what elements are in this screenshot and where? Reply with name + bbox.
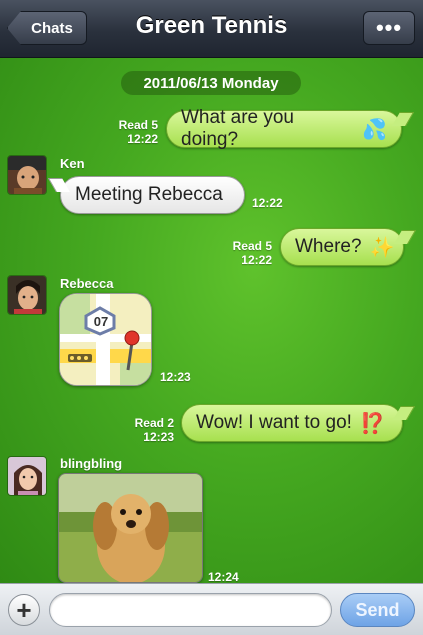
message-time: 12:22 [127, 132, 158, 146]
maps-app-icon[interactable]: 07 [59, 293, 152, 386]
back-button-label: Chats [31, 19, 73, 37]
message-text: Wow! I want to go! [196, 412, 352, 433]
navigation-bar: Chats Green Tennis ••• [0, 0, 423, 58]
message-input[interactable] [49, 593, 332, 627]
outgoing-message-bubble[interactable]: Where? ✨ [280, 228, 404, 266]
message-meta: Read 5 12:22 [222, 239, 272, 267]
message-input-bar: + Send [0, 583, 423, 635]
incoming-message-bubble[interactable]: Meeting Rebecca [60, 176, 245, 214]
message-text: Where? [295, 236, 362, 257]
chat-title: Green Tennis [135, 12, 288, 39]
add-attachment-button[interactable]: + [8, 594, 40, 626]
avatar-blingbling[interactable] [7, 456, 47, 496]
sender-name: Ken [60, 156, 85, 171]
sweat-drops-icon: 💦 [362, 118, 387, 141]
message-time: 12:22 [252, 196, 283, 210]
interrobang-icon: ⁉️ [359, 412, 385, 435]
read-receipt: Read 5 [232, 239, 272, 253]
send-button[interactable]: Send [340, 593, 415, 627]
avatar-rebecca[interactable] [7, 275, 47, 315]
map-shield-number: 07 [93, 314, 109, 329]
message-time: 12:23 [143, 430, 174, 444]
dog-photo[interactable] [58, 473, 203, 583]
message-text: Meeting Rebecca [75, 184, 223, 205]
send-button-label: Send [355, 599, 400, 620]
message-time: 12:24 [208, 570, 239, 583]
outgoing-message-bubble[interactable]: Wow! I want to go! ⁉️ [181, 404, 403, 442]
chat-area[interactable]: 2011/06/13 Monday Read 5 12:22 What are … [0, 58, 423, 583]
read-receipt: Read 5 [118, 118, 158, 132]
date-separator: 2011/06/13 Monday [121, 71, 301, 95]
message-meta: Read 2 12:23 [124, 416, 174, 444]
message-time: 12:23 [160, 370, 191, 384]
sparkle-icon: ✨ [369, 236, 395, 259]
read-receipt: Read 2 [134, 416, 174, 430]
more-options-button[interactable]: ••• [363, 11, 415, 45]
message-time: 12:22 [241, 253, 272, 267]
outgoing-message-bubble[interactable]: What are you doing? 💦 [166, 107, 402, 150]
sender-name: blingbling [60, 456, 123, 471]
message-meta: Read 5 12:22 [108, 118, 158, 146]
plus-icon: + [16, 595, 32, 625]
sender-name: Rebecca [60, 276, 114, 291]
more-icon: ••• [375, 15, 403, 40]
message-text: What are you doing? [181, 107, 294, 150]
back-to-chats-button[interactable]: Chats [7, 11, 87, 45]
avatar-ken[interactable] [7, 155, 47, 195]
